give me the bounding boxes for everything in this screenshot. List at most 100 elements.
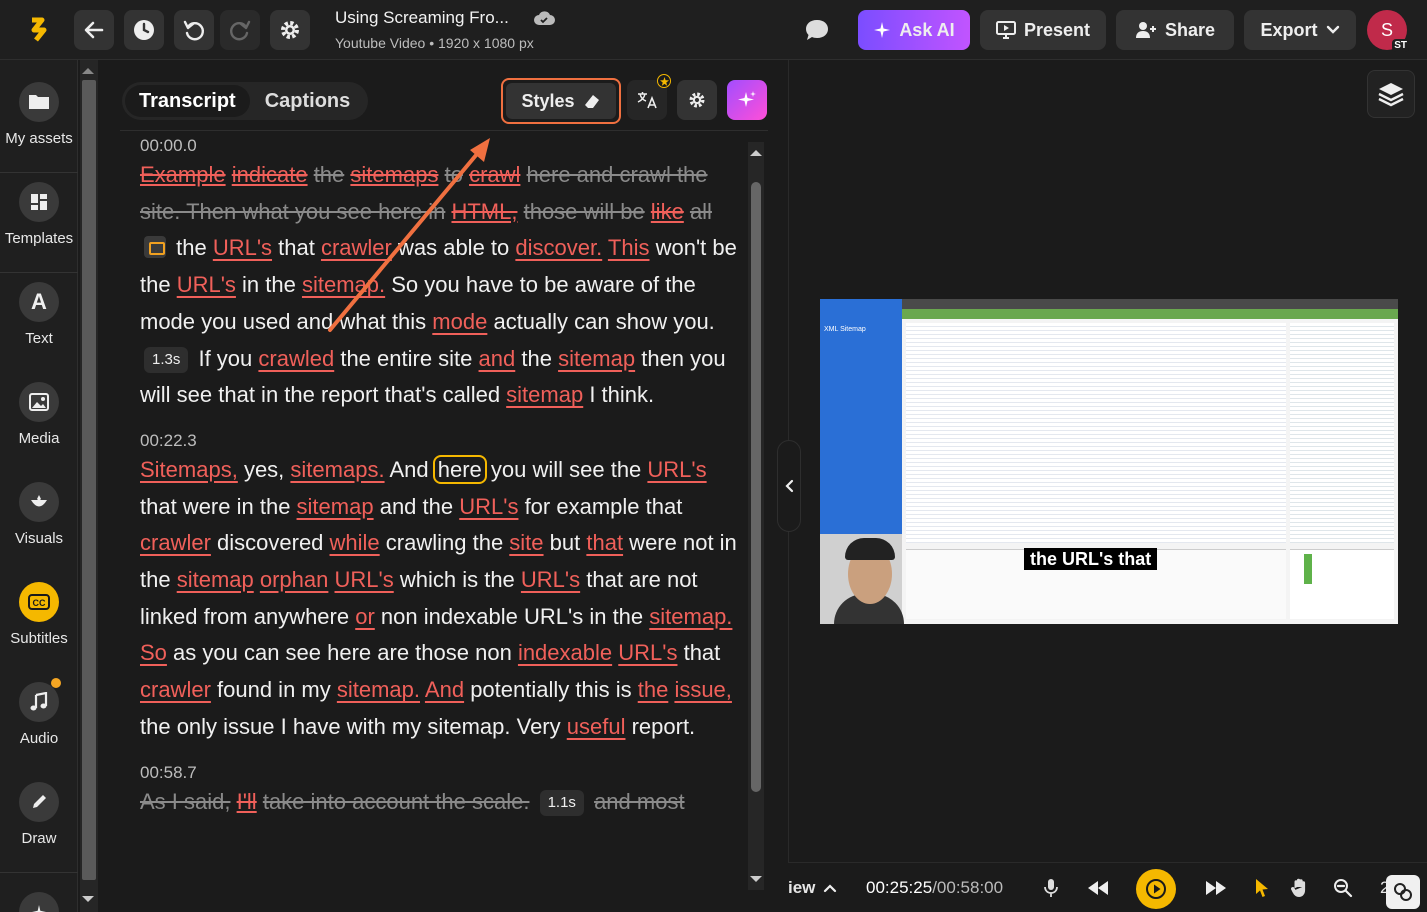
styles-button[interactable]: Styles xyxy=(506,83,616,119)
export-label: Export xyxy=(1260,19,1318,40)
logo-icon[interactable] xyxy=(20,10,60,50)
image-chip-icon[interactable] xyxy=(144,236,166,259)
gear-icon xyxy=(281,21,299,39)
sidebar-item-label: Audio xyxy=(19,730,59,747)
microphone-icon xyxy=(1044,879,1058,897)
visuals-icon xyxy=(19,482,59,522)
styles-label: Styles xyxy=(521,90,575,111)
transcript-paragraph[interactable]: 00:22.3 Sitemaps, yes, sitemaps. And her… xyxy=(140,430,740,746)
project-title[interactable]: Using Screaming Fro... xyxy=(335,8,509,28)
link-icon xyxy=(1394,883,1412,901)
tab-transcript[interactable]: Transcript xyxy=(125,85,250,117)
transcript-settings-button[interactable] xyxy=(677,80,717,120)
sidebar-item-media[interactable]: Media xyxy=(0,382,78,447)
sidebar-item-label: Templates xyxy=(4,230,74,247)
undo-icon xyxy=(183,20,204,41)
avatar-badge: ST xyxy=(1392,39,1409,52)
view-toggle[interactable]: iew xyxy=(788,863,837,912)
total-time: /00:58:00 xyxy=(932,878,1004,897)
undo-button[interactable] xyxy=(174,10,214,50)
folder-icon xyxy=(19,82,59,122)
paragraph-text[interactable]: As I said, I'll take into account the sc… xyxy=(140,784,740,821)
sidebar-item-draw[interactable]: Draw xyxy=(0,782,78,847)
svg-text:CC: CC xyxy=(33,598,46,608)
translate-button[interactable] xyxy=(627,74,671,120)
sidebar-scrollbar[interactable] xyxy=(80,60,98,912)
sidebar-item-text[interactable]: A Text xyxy=(0,282,78,347)
layers-button[interactable] xyxy=(1367,70,1415,118)
sidebar-item-label: Visuals xyxy=(14,530,64,547)
export-button[interactable]: Export xyxy=(1244,10,1356,50)
sparkle-icon xyxy=(19,892,59,912)
fast-forward-button[interactable] xyxy=(1204,863,1228,912)
text-icon: A xyxy=(19,282,59,322)
present-button[interactable]: Present xyxy=(980,10,1106,50)
video-canvas[interactable]: XML Sitemap the URL's that xyxy=(820,299,1398,624)
zoom-out-icon xyxy=(1334,879,1353,898)
magic-ai-button[interactable] xyxy=(727,80,767,120)
settings-button[interactable] xyxy=(270,10,310,50)
sidebar-item-more[interactable] xyxy=(0,892,78,912)
cloud-saved-icon xyxy=(534,11,555,25)
hand-tool-button[interactable] xyxy=(1290,863,1310,912)
time-display: 00:25:25/00:58:00 xyxy=(866,863,1003,912)
templates-icon xyxy=(19,182,59,222)
paragraph-timestamp[interactable]: 00:22.3 xyxy=(140,430,740,452)
music-icon xyxy=(19,678,61,722)
styles-highlight: Styles xyxy=(501,78,621,124)
redo-icon xyxy=(230,20,251,41)
rewind-button[interactable] xyxy=(1086,863,1110,912)
sidebar-item-my-assets[interactable]: My assets xyxy=(0,82,78,147)
monitor-icon xyxy=(995,21,1016,39)
app-window: Using Screaming Fro... Youtube Video • 1… xyxy=(0,0,1427,912)
sidebar-item-label: My assets xyxy=(5,130,73,147)
help-widget-button[interactable] xyxy=(1386,875,1420,909)
back-button[interactable] xyxy=(74,10,114,50)
microphone-button[interactable] xyxy=(1044,863,1058,912)
redo-button[interactable] xyxy=(220,10,260,50)
sidebar-item-templates[interactable]: Templates xyxy=(0,182,78,247)
transcript-scrollbar[interactable] xyxy=(748,142,764,890)
sidebar-item-label: Text xyxy=(25,330,53,347)
image-icon xyxy=(19,382,59,422)
current-word[interactable]: here xyxy=(432,454,487,484)
sidebar-item-subtitles[interactable]: CC Subtitles xyxy=(0,582,78,647)
present-label: Present xyxy=(1023,19,1091,40)
transcript-paragraph[interactable]: 00:58.7 As I said, I'll take into accoun… xyxy=(140,762,740,821)
tab-captions[interactable]: Captions xyxy=(250,90,366,113)
user-avatar[interactable]: S ST xyxy=(1367,10,1409,52)
zoom-out-button[interactable] xyxy=(1333,863,1353,912)
panel-tabs: Transcript Captions xyxy=(122,82,368,120)
avatar-initial: S xyxy=(1380,19,1393,40)
fast-forward-icon xyxy=(1206,881,1226,895)
playback-controls: iew 00:25:25/00:58:00 2 xyxy=(788,862,1427,912)
add-user-icon xyxy=(1135,22,1156,38)
notification-dot xyxy=(51,678,61,688)
subtitle-caption[interactable]: the URL's that xyxy=(1024,548,1158,570)
paragraph-text[interactable]: Sitemaps, yes, sitemaps. And here you wi… xyxy=(140,452,740,746)
collapse-panel-button[interactable] xyxy=(777,440,801,532)
sidebar-item-visuals[interactable]: Visuals xyxy=(0,482,78,547)
ask-ai-button[interactable]: Ask AI xyxy=(858,10,970,50)
cursor-icon xyxy=(1256,879,1268,897)
pause-chip[interactable]: 1.1s xyxy=(539,789,584,816)
hand-icon xyxy=(1291,878,1306,898)
gear-icon xyxy=(689,92,705,108)
webcam-overlay[interactable] xyxy=(820,534,904,624)
sidebar-item-label: Draw xyxy=(21,830,57,847)
share-button[interactable]: Share xyxy=(1116,10,1234,50)
layers-icon xyxy=(1378,83,1404,107)
pause-chip[interactable]: 1.3s xyxy=(144,346,189,373)
preview-area: XML Sitemap the URL's that xyxy=(777,60,1427,862)
select-tool-button[interactable] xyxy=(1254,863,1270,912)
paragraph-timestamp[interactable]: 00:58.7 xyxy=(140,762,740,784)
view-label: iew xyxy=(788,878,816,897)
history-button[interactable] xyxy=(124,10,164,50)
clock-icon xyxy=(134,20,154,40)
comment-icon[interactable] xyxy=(804,18,830,42)
current-time: 00:25:25 xyxy=(866,878,933,897)
sparkle-icon xyxy=(874,22,891,38)
play-button[interactable] xyxy=(1136,869,1176,909)
top-bar: Using Screaming Fro... Youtube Video • 1… xyxy=(0,0,1427,60)
sidebar-item-audio[interactable]: Audio xyxy=(0,678,78,747)
